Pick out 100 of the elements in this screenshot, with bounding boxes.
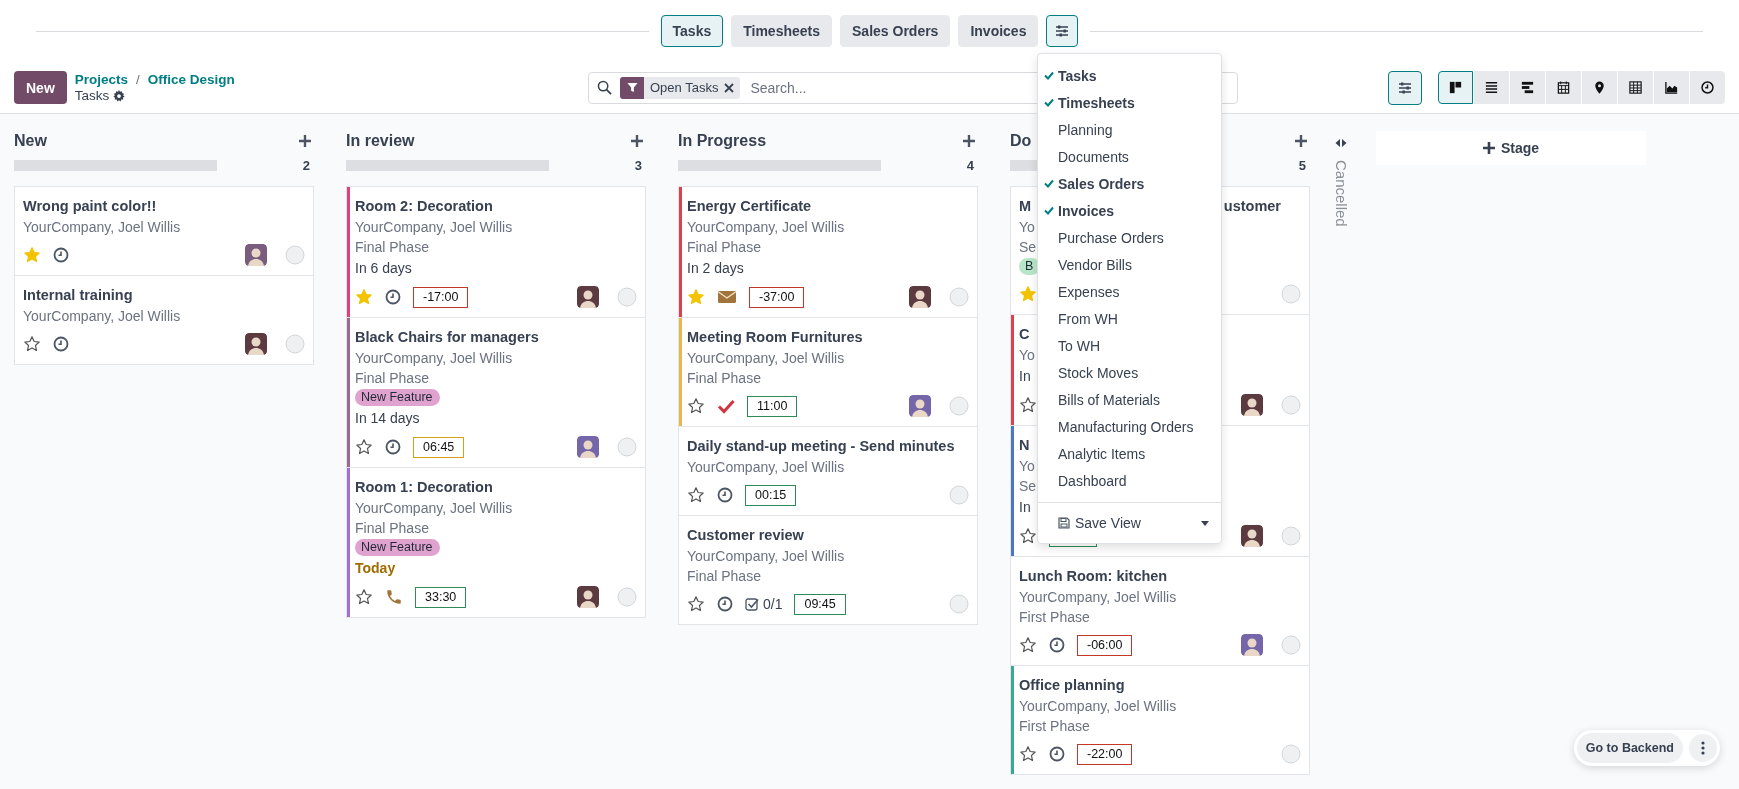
filter-facet[interactable]: Open Tasks [620,76,741,99]
menu-item[interactable]: Purchase Orders [1038,224,1221,251]
record-count: 5 [1298,157,1306,173]
view-tab[interactable]: Invoices [958,15,1039,47]
clock-view-button[interactable] [1690,71,1725,104]
view-tab[interactable]: Sales Orders [840,15,951,47]
star-outline-icon[interactable] [1019,745,1037,763]
area-chart-view-button[interactable] [1654,71,1689,104]
new-button[interactable]: New [14,71,67,104]
check-icon [1044,179,1054,188]
card-phase: Se [1019,477,1037,496]
tag: New Feature [355,539,440,556]
star-icon[interactable] [687,288,705,306]
phone-icon[interactable] [385,588,403,606]
check-icon [1044,71,1054,80]
table-view-button[interactable] [1618,71,1653,104]
menu-item[interactable]: To WH [1038,332,1221,359]
menu-item[interactable]: Analytic Items [1038,440,1221,467]
gear-icon[interactable] [113,89,126,102]
column-title: New [14,132,47,150]
expand-arrows-icon[interactable] [1335,138,1347,148]
menu-item[interactable]: Sales Orders [1038,170,1221,197]
time-box: 06:45 [413,436,465,458]
star-icon[interactable] [23,246,41,264]
star-outline-icon[interactable] [1019,636,1037,654]
menu-item[interactable]: Expenses [1038,278,1221,305]
menu-item[interactable]: Bills of Materials [1038,386,1221,413]
plus-icon[interactable] [1295,135,1307,147]
sliders-icon [1055,24,1070,38]
time-box: -37:00 [749,286,805,308]
star-outline-icon[interactable] [687,595,705,613]
time-box: 00:15 [745,484,797,506]
check-icon[interactable] [717,398,735,414]
card-phase: Final Phase [687,567,761,586]
card-subtitle: YourCompany, Joel Willis [1019,588,1177,607]
save-view-button[interactable]: Save View [1038,509,1221,537]
clock-icon[interactable] [53,247,69,263]
close-icon[interactable] [724,82,735,93]
settings-button[interactable] [1046,15,1079,47]
menu-item[interactable]: Dashboard [1038,467,1221,494]
plus-icon[interactable] [299,135,311,147]
star-outline-icon[interactable] [23,335,41,353]
clock-icon[interactable] [717,487,733,503]
check-icon [1044,98,1054,107]
deadline: Today [355,559,396,578]
card-phase: Se [1019,238,1037,257]
card-subtitle: YourCompany, Joel Willis [355,349,513,368]
view-tab[interactable]: Tasks [660,15,724,47]
map-pin-icon [1592,80,1607,95]
star-outline-icon[interactable] [1019,527,1037,545]
time-box: 09:45 [794,593,846,615]
card-phase: Final Phase [355,238,429,257]
menu-item[interactable]: Manufacturing Orders [1038,413,1221,440]
clock-icon[interactable] [1049,746,1065,762]
menu-item[interactable]: Invoices [1038,197,1221,224]
kebab-icon [1701,741,1705,755]
star-outline-icon[interactable] [687,486,705,504]
search-icon[interactable] [597,80,612,95]
menu-item[interactable]: From WH [1038,305,1221,332]
card-title: Wrong paint color!! [23,197,157,216]
menu-item[interactable]: Planning [1038,116,1221,143]
envelope-icon[interactable] [717,289,737,305]
star-outline-icon[interactable] [687,397,705,415]
check-icon [1044,206,1054,215]
star-icon[interactable] [1019,285,1037,303]
filter-toggle-button[interactable] [1388,70,1422,105]
clock-icon[interactable] [385,439,401,455]
star-icon[interactable] [355,288,373,306]
menu-item[interactable]: Stock Moves [1038,359,1221,386]
clock-icon[interactable] [1049,637,1065,653]
menu-item[interactable]: Vendor Bills [1038,251,1221,278]
plus-icon[interactable] [963,135,975,147]
column-title: Do [1010,132,1032,150]
kanban-view-button[interactable] [1438,71,1473,104]
go-to-backend-button[interactable]: Go to Backend [1576,733,1683,763]
add-stage-button[interactable]: Stage [1376,131,1646,165]
plus-icon[interactable] [631,135,643,147]
sliders-icon [1398,80,1412,95]
view-tab[interactable]: Timesheets [731,15,832,47]
breadcrumb-link[interactable]: Office Design [147,71,235,88]
card-phase: Final Phase [687,369,761,388]
breadcrumb-link[interactable]: Projects [74,71,129,88]
star-outline-icon[interactable] [355,438,373,456]
gantt-view-button[interactable] [1510,71,1545,104]
menu-item[interactable]: Documents [1038,143,1221,170]
card-subtitle: YourCompany, Joel Willis [687,547,845,566]
clock-icon[interactable] [53,336,69,352]
calendar-view-button[interactable] [1546,71,1581,104]
star-outline-icon[interactable] [355,588,373,606]
record-count: 4 [966,157,974,173]
card-title: ustomer [1223,197,1281,216]
map-pin-view-button[interactable] [1582,71,1617,104]
card-phase: First Phase [1019,608,1090,627]
list-view-button[interactable] [1474,71,1509,104]
clock-icon[interactable] [717,596,733,612]
clock-icon[interactable] [385,289,401,305]
card-subtitle: Yo [1019,218,1035,237]
star-outline-icon[interactable] [1019,396,1037,414]
floppy-icon [1058,517,1070,529]
card-subtitle: Yo [1019,457,1035,476]
